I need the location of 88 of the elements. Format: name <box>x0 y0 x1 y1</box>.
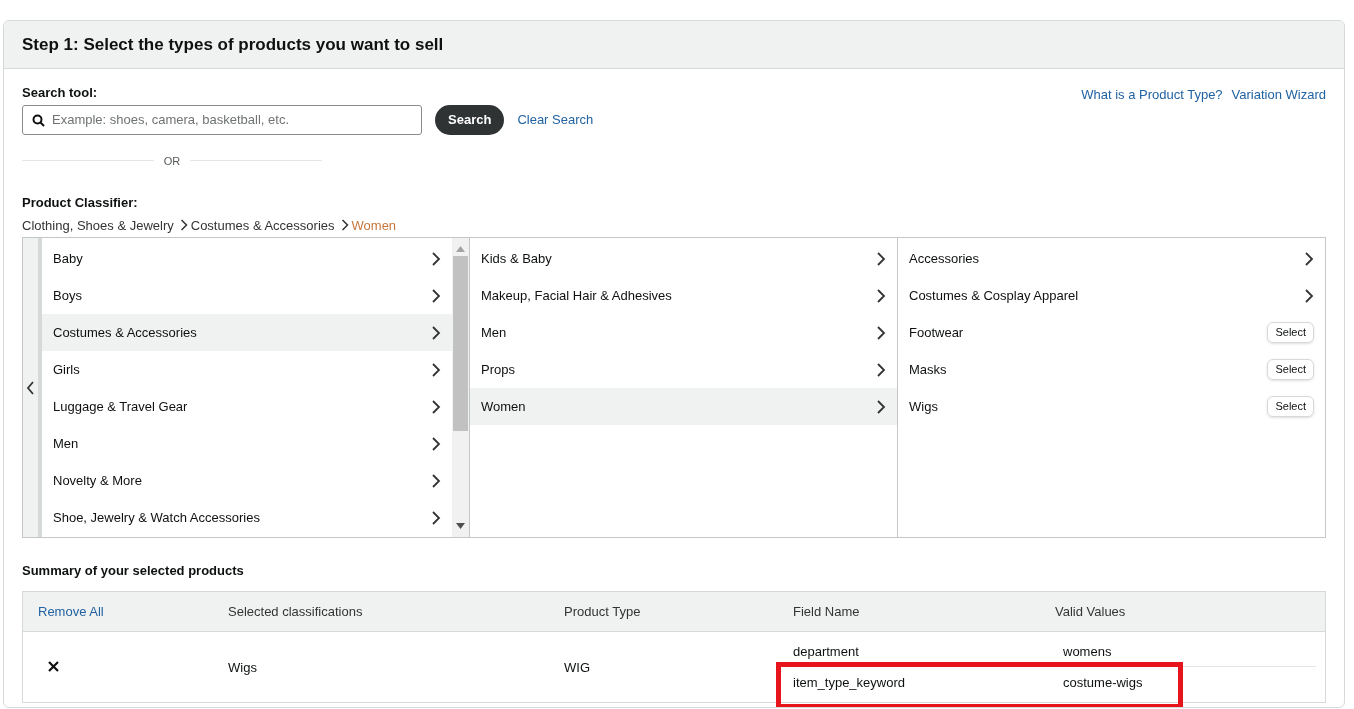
category-label: Luggage & Travel Gear <box>53 397 188 416</box>
help-link[interactable]: What is a Product Type? <box>1081 85 1223 135</box>
table-cell: Wigs <box>228 659 257 675</box>
category-label: Props <box>481 360 515 379</box>
chevron-right-icon <box>1304 251 1314 266</box>
table-cell: WIG <box>564 659 590 675</box>
select-button[interactable]: Select <box>1267 359 1314 380</box>
column-header: Field Name <box>793 604 860 619</box>
breadcrumb-link[interactable]: Women <box>351 215 397 235</box>
chevron-right-icon <box>431 288 441 303</box>
remove-all-link[interactable]: Remove All <box>38 604 104 619</box>
scroll-up-icon <box>456 246 465 252</box>
category-item[interactable]: Women <box>470 388 897 425</box>
chevron-right-icon <box>431 251 441 266</box>
category-label: Baby <box>53 249 83 268</box>
category-label: Costumes & Accessories <box>53 323 197 342</box>
help-link[interactable]: Variation Wizard <box>1231 85 1326 135</box>
table-cell: womens <box>1063 643 1112 659</box>
chevron-right-icon <box>431 510 441 525</box>
category-item[interactable]: Baby <box>42 240 452 277</box>
category-item[interactable]: Men <box>42 425 452 462</box>
category-item[interactable]: Kids & Baby <box>470 240 897 277</box>
category-item[interactable]: Makeup, Facial Hair & Adhesives <box>470 277 897 314</box>
search-icon <box>32 113 45 127</box>
chevron-right-icon <box>179 219 188 232</box>
category-item[interactable]: Accessories <box>898 240 1325 277</box>
category-label: Men <box>481 323 507 342</box>
category-label: Kids & Baby <box>481 249 552 268</box>
category-item[interactable]: Shoe, Jewelry & Watch Accessories <box>42 499 452 536</box>
category-label: Wigs <box>909 397 938 416</box>
category-item[interactable]: Masks Select <box>898 351 1325 388</box>
breadcrumb-link[interactable]: Clothing, Shoes & Jewelry <box>22 215 174 235</box>
category-label: Women <box>481 397 526 416</box>
category-label: Makeup, Facial Hair & Adhesives <box>481 286 672 305</box>
chevron-right-icon <box>431 362 441 377</box>
select-button[interactable]: Select <box>1267 396 1314 417</box>
category-item[interactable]: Costumes & Cosplay Apparel <box>898 277 1325 314</box>
chevron-right-icon <box>876 251 886 266</box>
category-label: Boys <box>53 286 82 305</box>
select-button[interactable]: Select <box>1267 322 1314 343</box>
category-label: Novelty & More <box>53 471 142 490</box>
scrollbar[interactable] <box>452 238 469 537</box>
category-item[interactable]: Girls <box>42 351 452 388</box>
category-item[interactable]: Props <box>470 351 897 388</box>
category-item[interactable]: Novelty & More <box>42 462 452 499</box>
chevron-right-icon <box>431 399 441 414</box>
close-icon <box>48 660 59 672</box>
category-label: Costumes & Cosplay Apparel <box>909 286 1079 305</box>
category-label: Girls <box>53 360 80 379</box>
search-button[interactable]: Search <box>435 104 505 135</box>
category-label: Shoe, Jewelry & Watch Accessories <box>53 508 260 527</box>
category-item[interactable]: Boys <box>42 277 452 314</box>
scrollbar-thumb[interactable] <box>453 256 468 431</box>
clear-search-link[interactable]: Clear Search <box>517 109 594 130</box>
category-label: Men <box>53 434 79 453</box>
category-label: Masks <box>909 360 947 379</box>
table-cell: item_type_keyword <box>793 675 905 690</box>
chevron-right-icon <box>876 362 886 377</box>
category-item[interactable]: Wigs Select <box>898 388 1325 425</box>
chevron-right-icon <box>876 325 886 340</box>
scroll-down-icon <box>456 523 465 529</box>
category-item[interactable]: Costumes & Accessories <box>42 314 452 351</box>
table-cell: costume-wigs <box>1063 675 1143 690</box>
search-field[interactable]: Example: shoes, camera, basketball, etc. <box>22 104 422 135</box>
category-label: Accessories <box>909 249 980 268</box>
column-header: Selected classifications <box>228 604 363 619</box>
chevron-right-icon <box>876 288 886 303</box>
section-label: Summary of your selected products <box>22 562 245 580</box>
field-label: Search tool: <box>22 84 99 102</box>
category-item[interactable]: Luggage & Travel Gear <box>42 388 452 425</box>
category-item[interactable]: Men <box>470 314 897 351</box>
chevron-right-icon <box>431 436 441 451</box>
table-cell: department <box>793 643 859 659</box>
breadcrumb-link[interactable]: Costumes & Accessories <box>190 215 335 235</box>
chevron-right-icon <box>431 325 441 340</box>
chevron-right-icon <box>876 399 886 414</box>
panel-title: Step 1: Select the types of products you want to sell <box>22 33 444 56</box>
chevron-right-icon <box>340 219 349 232</box>
chevron-left-icon <box>26 380 35 395</box>
chevron-right-icon <box>431 473 441 488</box>
back-button[interactable] <box>23 238 42 537</box>
category-label: Footwear <box>909 323 964 342</box>
section-label: Product Classifier: <box>22 194 139 212</box>
category-item[interactable]: Footwear Select <box>898 314 1325 351</box>
divider-label: OR <box>163 153 181 169</box>
column-header: Product Type <box>564 604 641 619</box>
chevron-right-icon <box>1304 288 1314 303</box>
column-header: Valid Values <box>1055 604 1126 619</box>
